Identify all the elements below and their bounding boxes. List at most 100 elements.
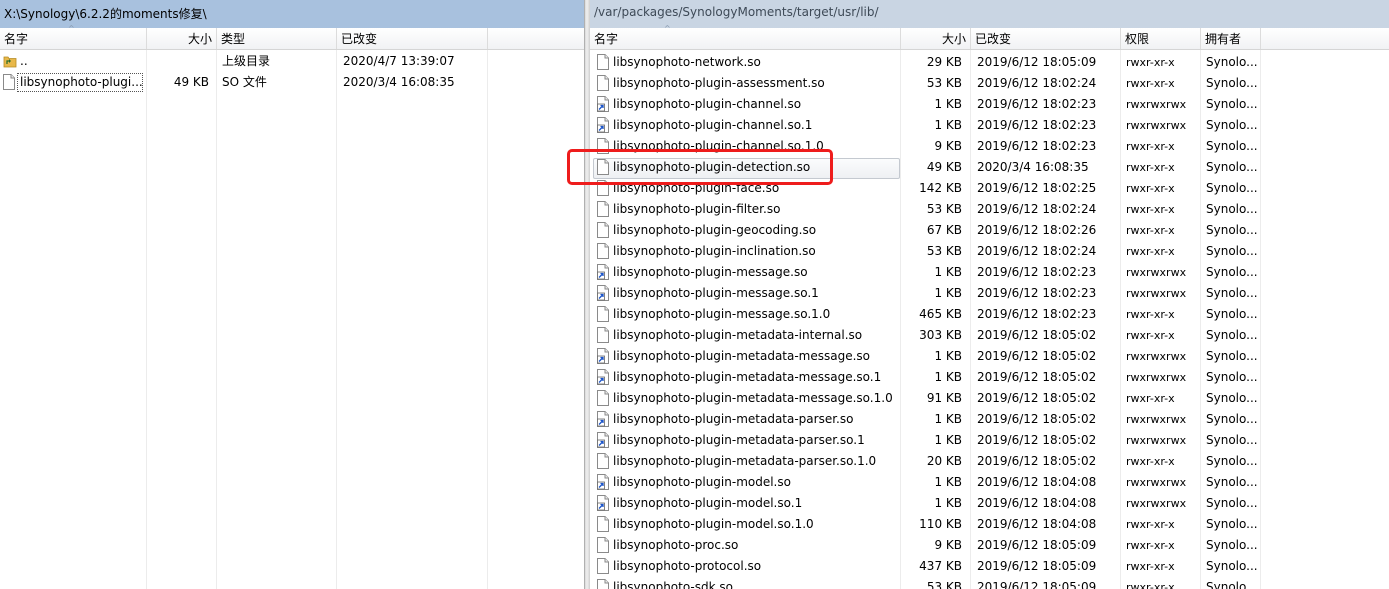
file-size: 53 KB — [926, 580, 962, 589]
remote-file-row[interactable]: libsynophoto-plugin-filter.so 53 KB 2019/6… — [590, 199, 1389, 220]
file-permissions: rwxr-xr-x — [1126, 539, 1175, 552]
remote-file-row[interactable]: libsynophoto-plugin-metadata-message.so.… — [590, 388, 1389, 409]
remote-col-permissions[interactable]: 权限 — [1121, 28, 1201, 49]
file-name-cell[interactable]: libsynophoto-plugin-metadata-message.so — [590, 346, 900, 367]
remote-file-row[interactable]: libsynophoto-plugin-model.so.1 1 KB 2019/6… — [590, 493, 1389, 514]
file-icon — [597, 453, 609, 469]
file-name-cell[interactable]: libsynophoto-plugi... — [0, 72, 146, 93]
file-modified: 2020/3/4 16:08:35 — [343, 75, 455, 89]
file-permissions: rwxrwxrwx — [1126, 371, 1187, 384]
file-name-cell[interactable]: .. — [0, 51, 146, 72]
file-name-cell[interactable]: libsynophoto-plugin-metadata-internal.so — [590, 325, 900, 346]
file-name: libsynophoto-plugin-message.so.1.0 — [613, 307, 831, 321]
remote-file-row[interactable]: libsynophoto-plugin-metadata-message.so 1… — [590, 346, 1389, 367]
file-owner: Synolo... — [1206, 475, 1258, 489]
remote-file-row[interactable]: libsynophoto-plugin-assessment.so 53 KB 20… — [590, 73, 1389, 94]
file-name-cell[interactable]: libsynophoto-plugin-inclination.so — [590, 241, 900, 262]
sort-ascending-icon: ^ — [68, 24, 75, 33]
file-name: libsynophoto-plugin-model.so.1.0 — [613, 517, 814, 531]
remote-file-row[interactable]: libsynophoto-plugin-metadata-parser.so.1… — [590, 451, 1389, 472]
remote-file-row[interactable]: libsynophoto-plugin-message.so.1.0 465 KB… — [590, 304, 1389, 325]
file-name-cell[interactable]: libsynophoto-plugin-channel.so — [590, 94, 900, 115]
file-name-cell[interactable]: libsynophoto-network.so — [590, 52, 900, 73]
file-size: 1 KB — [934, 118, 962, 132]
file-name-cell[interactable]: libsynophoto-protocol.so — [590, 556, 900, 577]
file-name-cell[interactable]: libsynophoto-plugin-metadata-parser.so.1 — [590, 430, 900, 451]
remote-file-row[interactable]: libsynophoto-plugin-geocoding.so 67 KB 201… — [590, 220, 1389, 241]
remote-file-row[interactable]: libsynophoto-plugin-model.so 1 KB 2019/6/1… — [590, 472, 1389, 493]
file-name-cell[interactable]: libsynophoto-plugin-model.so.1 — [590, 493, 900, 514]
remote-col-modified[interactable]: 已改变 — [971, 28, 1121, 49]
remote-file-row[interactable]: libsynophoto-protocol.so 437 KB 2019/6/12 … — [590, 556, 1389, 577]
file-name-cell[interactable]: libsynophoto-plugin-message.so — [590, 262, 900, 283]
file-owner: Synolo... — [1206, 580, 1258, 589]
file-permissions: rwxrwxrwx — [1126, 98, 1187, 111]
remote-file-row[interactable]: libsynophoto-plugin-model.so.1.0 110 KB 20… — [590, 514, 1389, 535]
file-size: 110 KB — [919, 517, 962, 531]
file-icon — [597, 201, 609, 217]
file-name: libsynophoto-plugin-metadata-parser.so — [613, 412, 854, 426]
remote-col-name[interactable]: ^ 名字 — [590, 24, 901, 49]
link-icon — [597, 432, 609, 448]
file-owner: Synolo... — [1206, 118, 1258, 132]
file-permissions: rwxr-xr-x — [1126, 56, 1175, 69]
file-name-cell[interactable]: libsynophoto-plugin-message.so.1.0 — [590, 304, 900, 325]
local-file-list[interactable]: .. 上级目录 2020/4/7 13:39:07 libsynophoto-plug… — [0, 50, 584, 589]
file-size: 1 KB — [934, 433, 962, 447]
remote-file-row[interactable]: libsynophoto-plugin-metadata-internal.so… — [590, 325, 1389, 346]
file-name-cell[interactable]: libsynophoto-plugin-metadata-message.so.… — [590, 388, 900, 409]
file-icon — [597, 537, 609, 553]
file-permissions: rwxr-xr-x — [1126, 245, 1175, 258]
remote-file-row[interactable]: libsynophoto-plugin-channel.so.1 1 KB 2019… — [590, 115, 1389, 136]
local-col-type[interactable]: 类型 — [217, 28, 337, 49]
remote-file-row[interactable]: libsynophoto-network.so 29 KB 2019/6/12 18… — [590, 52, 1389, 73]
link-icon — [597, 96, 609, 112]
remote-file-row[interactable]: libsynophoto-plugin-message.so.1 1 KB 2019… — [590, 283, 1389, 304]
remote-col-owner[interactable]: 拥有者 — [1201, 28, 1261, 49]
remote-col-size[interactable]: 大小 — [901, 28, 971, 49]
local-col-size[interactable]: 大小 — [147, 28, 217, 49]
remote-file-row[interactable]: libsynophoto-proc.so 9 KB 2019/6/12 18:05:… — [590, 535, 1389, 556]
local-col-name[interactable]: ^ 名字 — [0, 24, 147, 49]
remote-file-row[interactable]: libsynophoto-plugin-metadata-parser.so.1… — [590, 430, 1389, 451]
file-permissions: rwxr-xr-x — [1126, 455, 1175, 468]
local-col-modified[interactable]: 已改变 — [337, 28, 488, 49]
remote-file-row[interactable]: libsynophoto-plugin-channel.so 1 KB 2019/6… — [590, 94, 1389, 115]
remote-file-row[interactable]: libsynophoto-plugin-metadata-message.so.… — [590, 367, 1389, 388]
file-name-cell[interactable]: libsynophoto-sdk.so — [590, 577, 900, 589]
remote-file-pane[interactable]: /var/packages/SynologyMoments/target/usr… — [590, 0, 1389, 589]
file-name-cell[interactable]: libsynophoto-plugin-metadata-parser.so — [590, 409, 900, 430]
file-name-cell[interactable]: libsynophoto-plugin-geocoding.so — [590, 220, 900, 241]
file-name-cell[interactable]: libsynophoto-plugin-model.so.1.0 — [590, 514, 900, 535]
file-permissions: rwxr-xr-x — [1126, 392, 1175, 405]
file-name-cell[interactable]: libsynophoto-plugin-assessment.so — [590, 73, 900, 94]
file-name-cell[interactable]: libsynophoto-plugin-filter.so — [590, 199, 900, 220]
file-size: 1 KB — [934, 475, 962, 489]
remote-file-row[interactable]: libsynophoto-plugin-message.so 1 KB 2019/6… — [590, 262, 1389, 283]
file-name-cell[interactable]: libsynophoto-proc.so — [590, 535, 900, 556]
remote-column-header: ^ 名字 大小 已改变 权限 拥有者 — [590, 24, 1389, 50]
file-name-cell[interactable]: libsynophoto-plugin-model.so — [590, 472, 900, 493]
file-owner: Synolo... — [1206, 55, 1258, 69]
remote-file-list[interactable]: libsynophoto-network.so 29 KB 2019/6/12 18… — [590, 50, 1389, 589]
file-name-cell[interactable]: libsynophoto-plugin-channel.so.1 — [590, 115, 900, 136]
file-permissions: rwxr-xr-x — [1126, 308, 1175, 321]
local-file-row[interactable]: libsynophoto-plugi... 49 KB SO 文件 2020/3/4 … — [0, 72, 584, 93]
remote-path-bar[interactable]: /var/packages/SynologyMoments/target/usr… — [590, 0, 1389, 28]
local-file-pane[interactable]: X:\Synology\6.2.2的moments修复\ ^ 名字 大小 类型 … — [0, 0, 584, 589]
remote-file-row[interactable]: libsynophoto-sdk.so 53 KB 2019/6/12 18:05:… — [590, 577, 1389, 589]
file-size: 49 KB — [926, 160, 962, 174]
file-modified: 2019/6/12 18:05:09 — [977, 538, 1097, 552]
file-icon — [597, 558, 609, 574]
remote-file-row[interactable]: libsynophoto-plugin-inclination.so 53 KB 2… — [590, 241, 1389, 262]
remote-file-row[interactable]: libsynophoto-plugin-metadata-parser.so 1 … — [590, 409, 1389, 430]
file-owner: Synolo... — [1206, 139, 1258, 153]
file-size: 1 KB — [934, 286, 962, 300]
file-modified: 2019/6/12 18:05:02 — [977, 349, 1097, 363]
file-name-cell[interactable]: libsynophoto-plugin-metadata-message.so.… — [590, 367, 900, 388]
file-name-cell[interactable]: libsynophoto-plugin-metadata-parser.so.1… — [590, 451, 900, 472]
local-file-row[interactable]: .. 上级目录 2020/4/7 13:39:07 — [0, 51, 584, 72]
file-name-cell[interactable]: libsynophoto-plugin-message.so.1 — [590, 283, 900, 304]
local-path-bar[interactable]: X:\Synology\6.2.2的moments修复\ — [0, 0, 584, 28]
file-name: libsynophoto-plugin-metadata-message.so.… — [613, 391, 893, 405]
